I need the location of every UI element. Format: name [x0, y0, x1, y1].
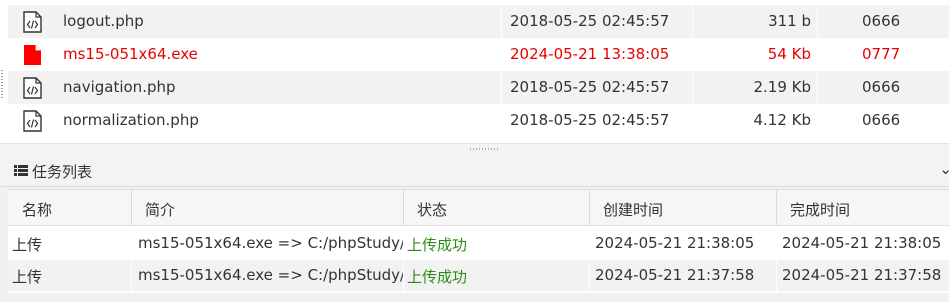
file-list: logout.php 2018-05-25 02:45:57 311 b 066…	[0, 0, 949, 143]
file-date: 2018-05-25 02:45:57	[510, 78, 670, 96]
php-file-icon	[23, 77, 42, 99]
file-size: 4.12 Kb	[753, 111, 811, 129]
task-panel-header[interactable]: 任务列表 ⌄	[0, 153, 949, 187]
file-name[interactable]: navigation.php	[63, 78, 176, 96]
file-row[interactable]: normalization.php 2018-05-25 02:45:57 4.…	[8, 104, 949, 137]
file-name[interactable]: normalization.php	[63, 111, 199, 129]
task-panel-title: 任务列表	[32, 163, 93, 181]
php-file-icon	[23, 11, 42, 33]
file-permission[interactable]: 0666	[862, 12, 900, 30]
task-finished-time: 2024-05-21 21:37:58	[782, 266, 942, 284]
file-date: 2018-05-25 02:45:57	[510, 12, 670, 30]
task-finished-time: 2024-05-21 21:38:05	[782, 234, 942, 252]
file-size: 2.19 Kb	[753, 78, 811, 96]
column-header-created[interactable]: 创建时间	[603, 199, 663, 220]
column-header-description[interactable]: 简介	[145, 199, 175, 220]
task-name: 上传	[12, 268, 43, 286]
file-name[interactable]: logout.php	[63, 12, 144, 30]
file-date: 2024-05-21 13:38:05	[510, 45, 670, 63]
column-header-finished[interactable]: 完成时间	[790, 199, 850, 220]
task-description: ms15-051x64.exe => C:/phpStudy/WWW/ms15-…	[138, 234, 403, 252]
file-row[interactable]: navigation.php 2018-05-25 02:45:57 2.19 …	[8, 71, 949, 104]
file-row[interactable]: ms15-051x64.exe 2024-05-21 13:38:05 54 K…	[8, 38, 949, 71]
file-permission[interactable]: 0666	[862, 111, 900, 129]
pane-splitter[interactable]	[0, 143, 949, 153]
splitter-grip[interactable]	[470, 148, 500, 150]
exe-file-icon	[24, 45, 41, 65]
task-description: ms15-051x64.exe => C:/phpStudy/WWW/ms15-…	[138, 266, 403, 284]
task-table: 名称 简介 状态 创建时间 完成时间 上传 ms15-051x64.exe =>…	[8, 189, 949, 293]
task-table-header: 名称 简介 状态 创建时间 完成时间	[8, 190, 949, 226]
task-name: 上传	[12, 236, 43, 254]
column-header-name[interactable]: 名称	[22, 199, 52, 220]
chevron-down-icon[interactable]: ⌄	[939, 160, 949, 178]
task-created-time: 2024-05-21 21:37:58	[595, 266, 755, 284]
task-status: 上传成功	[407, 236, 468, 254]
file-name[interactable]: ms15-051x64.exe	[63, 45, 198, 63]
file-date: 2018-05-25 02:45:57	[510, 111, 670, 129]
file-row[interactable]: logout.php 2018-05-25 02:45:57 311 b 066…	[8, 5, 949, 38]
file-permission[interactable]: 0777	[862, 45, 900, 63]
file-permission[interactable]: 0666	[862, 78, 900, 96]
file-size: 54 Kb	[767, 45, 811, 63]
task-row[interactable]: 上传 ms15-051x64.exe => C:/phpStudy/WWW/ms…	[8, 260, 949, 291]
php-file-icon	[23, 110, 42, 132]
column-header-status[interactable]: 状态	[417, 199, 447, 220]
file-size: 311 b	[768, 12, 811, 30]
list-icon	[14, 165, 28, 176]
task-row[interactable]: 上传 ms15-051x64.exe => C:/phpStudy/WWW/ms…	[8, 228, 949, 259]
task-created-time: 2024-05-21 21:38:05	[595, 234, 755, 252]
resize-handle[interactable]	[1, 70, 3, 98]
task-status: 上传成功	[407, 268, 468, 286]
